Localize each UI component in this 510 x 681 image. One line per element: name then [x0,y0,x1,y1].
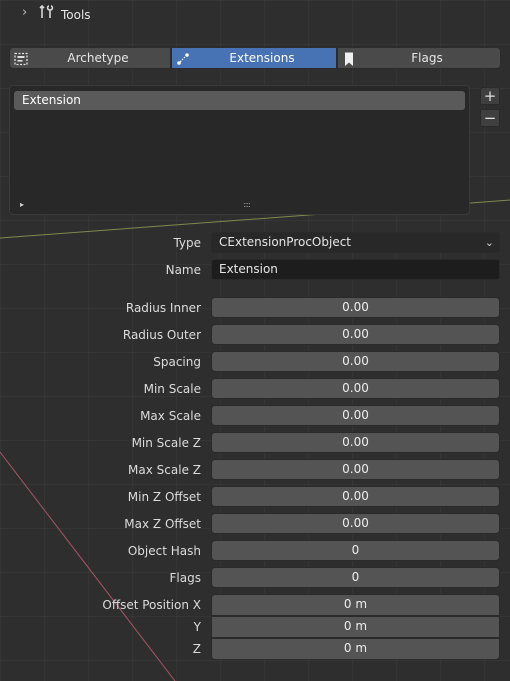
max-scale-label: Max Scale [140,409,201,423]
object-hash-label: Object Hash [127,544,201,558]
spacing-field[interactable]: 0.00 [211,351,500,372]
offset-position-x-label: Offset Position X [102,598,201,612]
max-scale-z-label: Max Scale Z [128,463,201,477]
radius-outer-label: Radius Outer [122,328,201,342]
offset-position-x-field[interactable]: 0 m [211,594,500,616]
object-hash-field[interactable]: 0 [211,540,500,561]
tab-flags-label: Flags [411,51,443,65]
offset-position-y-label: Y [193,620,201,634]
flags-label: Flags [169,571,201,585]
min-scale-z-label: Min Scale Z [131,436,201,450]
tab-archetype[interactable]: Archetype [9,47,171,69]
name-input[interactable]: Extension [211,259,500,280]
chevron-right-icon[interactable]: › [22,5,27,20]
list-filter-toggle-icon[interactable]: ▸ [20,200,24,209]
x-axis-line [0,451,176,681]
type-select[interactable]: CExtensionProcObject ⌄ [211,232,500,253]
type-select-value: CExtensionProcObject [219,235,352,249]
radius-outer-field[interactable]: 0.00 [211,324,500,345]
radius-inner-field[interactable]: 0.00 [211,297,500,318]
min-z-offset-field[interactable]: 0.00 [211,486,500,507]
offset-position-z-field[interactable]: 0 m [211,638,500,660]
chevron-down-icon: ⌄ [484,236,494,249]
extension-list-item[interactable]: Extension [14,91,465,110]
radius-inner-label: Radius Inner [125,301,201,315]
tab-archetype-label: Archetype [67,51,129,65]
bookmark-icon [345,52,353,66]
tab-extensions-label: Extensions [229,51,295,65]
min-scale-z-field[interactable]: 0.00 [211,432,500,453]
tab-extensions[interactable]: Extensions [171,47,337,69]
tab-flags[interactable]: Flags [337,47,501,69]
offset-position-y-field[interactable]: 0 m [211,616,500,638]
flags-field[interactable]: 0 [211,567,500,588]
name-label: Name [165,263,201,277]
spacing-label: Spacing [153,355,201,369]
list-resize-grip[interactable]: :::: [243,200,251,209]
archetype-icon [14,52,28,66]
tab-bar: Archetype Extensions Flags [9,47,501,69]
min-scale-label: Min Scale [143,382,201,396]
offset-position-z-label: Z [192,642,201,656]
remove-extension-button[interactable]: − [480,109,500,127]
max-z-offset-field[interactable]: 0.00 [211,513,500,534]
add-extension-button[interactable]: + [480,87,500,105]
type-label: Type [173,236,201,250]
tools-label: Tools [61,8,91,22]
extensions-icon [177,53,189,65]
tools-panel-header[interactable]: › Tools [0,0,510,32]
tools-icon [39,4,54,18]
max-scale-z-field[interactable]: 0.00 [211,459,500,480]
min-z-offset-label: Min Z Offset [127,490,201,504]
min-scale-field[interactable]: 0.00 [211,378,500,399]
max-scale-field[interactable]: 0.00 [211,405,500,426]
max-z-offset-label: Max Z Offset [124,517,201,531]
